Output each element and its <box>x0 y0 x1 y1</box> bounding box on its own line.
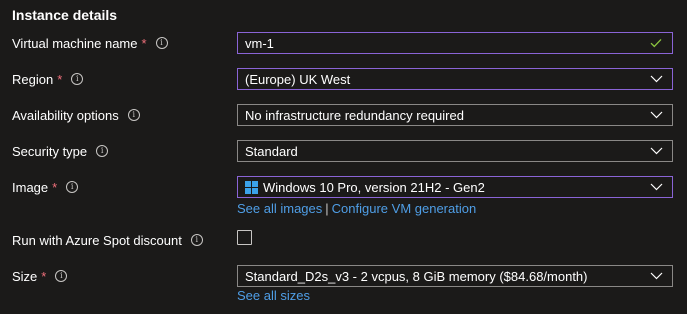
size-label-row: Size * i <box>12 267 68 285</box>
chevron-down-icon[interactable] <box>648 179 664 195</box>
region-label: Region <box>12 71 54 87</box>
region-dropdown[interactable]: (Europe) UK West <box>237 68 673 90</box>
chevron-down-icon[interactable] <box>648 71 664 87</box>
image-dropdown[interactable]: Windows 10 Pro, version 21H2 - Gen2 <box>237 176 673 198</box>
size-value[interactable]: Standard_D2s_v3 - 2 vcpus, 8 GiB memory … <box>245 269 648 284</box>
vm-name-input[interactable]: vm-1 <box>237 32 673 54</box>
region-value[interactable]: (Europe) UK West <box>245 72 648 87</box>
availability-dropdown[interactable]: No infrastructure redundancy required <box>237 104 673 126</box>
image-links: See all images | Configure VM generation <box>237 201 476 216</box>
image-label: Image <box>12 179 49 195</box>
availability-value[interactable]: No infrastructure redundancy required <box>245 108 648 123</box>
see-all-images-link[interactable]: See all images <box>237 201 322 216</box>
checkmark-icon <box>648 35 664 51</box>
instance-details-section: Instance details Virtual machine name * … <box>0 0 687 314</box>
chevron-down-icon[interactable] <box>648 268 664 284</box>
configure-vm-generation-link[interactable]: Configure VM generation <box>332 201 477 216</box>
required-asterisk: * <box>52 179 58 195</box>
info-icon[interactable]: i <box>190 234 203 246</box>
spot-label-row: Run with Azure Spot discount i <box>12 231 203 249</box>
security-label: Security type <box>12 143 88 159</box>
info-icon[interactable]: i <box>155 37 168 49</box>
windows-logo-icon <box>245 180 258 194</box>
info-icon[interactable]: i <box>71 73 84 85</box>
info-icon[interactable]: i <box>96 145 109 157</box>
chevron-down-icon[interactable] <box>648 107 664 123</box>
size-links: See all sizes <box>237 288 310 303</box>
availability-label: Availability options <box>12 107 119 123</box>
spot-discount-checkbox[interactable] <box>237 230 252 245</box>
security-value[interactable]: Standard <box>245 144 648 159</box>
size-dropdown[interactable]: Standard_D2s_v3 - 2 vcpus, 8 GiB memory … <box>237 265 673 287</box>
security-label-row: Security type i <box>12 142 109 160</box>
security-type-dropdown[interactable]: Standard <box>237 140 673 162</box>
image-label-row: Image * i <box>12 178 79 196</box>
see-all-sizes-link[interactable]: See all sizes <box>237 288 310 303</box>
vm-name-value[interactable]: vm-1 <box>245 36 648 51</box>
vm-name-label-row: Virtual machine name * i <box>12 34 168 52</box>
chevron-down-icon[interactable] <box>648 143 664 159</box>
info-icon[interactable]: i <box>127 109 140 121</box>
size-label: Size <box>12 268 38 284</box>
info-icon[interactable]: i <box>66 181 79 193</box>
required-asterisk: * <box>57 71 63 87</box>
required-asterisk: * <box>141 35 147 51</box>
availability-label-row: Availability options i <box>12 106 140 124</box>
section-title: Instance details <box>12 7 118 23</box>
region-label-row: Region * i <box>12 70 84 88</box>
info-icon[interactable]: i <box>55 270 68 282</box>
vm-name-label: Virtual machine name <box>12 35 138 51</box>
spot-label: Run with Azure Spot discount <box>12 232 182 248</box>
link-separator: | <box>325 201 329 216</box>
required-asterisk: * <box>41 268 47 284</box>
image-value[interactable]: Windows 10 Pro, version 21H2 - Gen2 <box>263 180 648 195</box>
